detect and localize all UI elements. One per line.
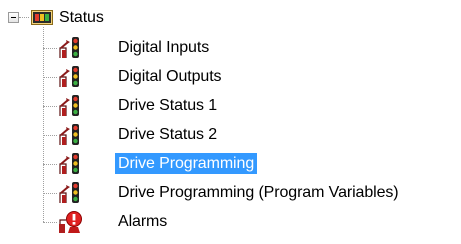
status-folder-icon	[31, 10, 53, 25]
tree-connector	[43, 193, 57, 194]
signal-light-icon	[58, 94, 84, 118]
status-tree: Status Digital Inputs Digital Outputs Dr…	[0, 0, 461, 244]
tree-item-label: Drive Status 1	[118, 97, 218, 114]
tree-item-label: Drive Programming (Program Variables)	[118, 184, 399, 201]
tree-item-label: Digital Outputs	[118, 68, 222, 85]
tree-item-label: Drive Programming	[115, 153, 258, 174]
tree-item-label: Alarms	[118, 213, 168, 230]
tree-connector	[43, 164, 57, 165]
tree-item-label: Drive Status 2	[118, 126, 218, 143]
alarm-icon	[58, 210, 84, 234]
tree-connector	[43, 77, 57, 78]
collapse-toggle[interactable]	[8, 12, 19, 23]
tree-root-label: Status	[59, 9, 104, 26]
tree-connector	[43, 135, 57, 136]
signal-light-icon	[58, 152, 84, 176]
signal-light-icon	[58, 36, 84, 60]
signal-light-icon	[58, 181, 84, 205]
tree-connector	[43, 222, 57, 223]
tree-connector	[19, 17, 29, 18]
tree-connector	[43, 106, 57, 107]
tree-connector	[43, 48, 57, 49]
minus-icon	[11, 17, 16, 18]
tree-item-label: Digital Inputs	[118, 39, 210, 56]
signal-light-icon	[58, 123, 84, 147]
signal-light-icon	[58, 65, 84, 89]
